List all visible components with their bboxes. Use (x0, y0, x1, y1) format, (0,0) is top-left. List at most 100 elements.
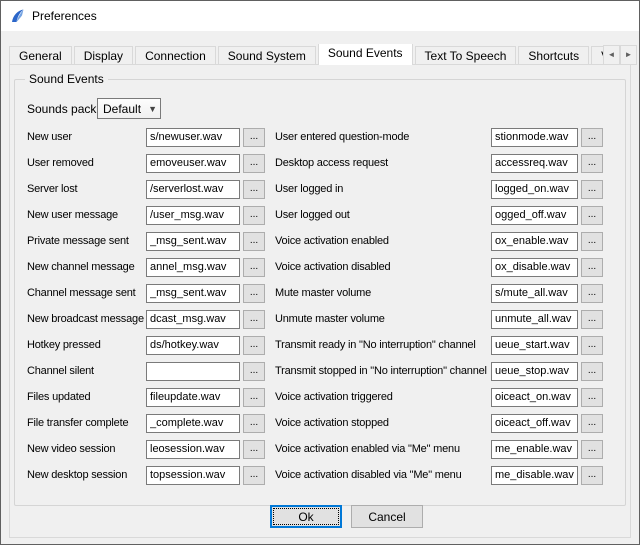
browse-button[interactable]: ... (581, 336, 603, 355)
browse-button[interactable]: ... (243, 362, 265, 381)
sound-event-label: User removed (27, 157, 146, 169)
sound-file-input[interactable] (491, 180, 578, 199)
sound-file-input[interactable] (146, 258, 240, 277)
sound-event-row: File transfer complete... (27, 410, 267, 436)
browse-button[interactable]: ... (581, 362, 603, 381)
sound-event-row: Server lost... (27, 176, 267, 202)
browse-button[interactable]: ... (243, 128, 265, 147)
sound-file-input[interactable] (491, 284, 578, 303)
tab-scroll-left-button[interactable]: ◄ (603, 45, 620, 65)
browse-button[interactable]: ... (243, 232, 265, 251)
preferences-dialog: Preferences General Display Connection S… (0, 0, 640, 545)
browse-button[interactable]: ... (243, 466, 265, 485)
sound-event-label: Voice activation disabled via "Me" menu (275, 469, 491, 481)
sound-event-row: Voice activation stopped... (275, 410, 605, 436)
sound-file-input[interactable] (491, 388, 578, 407)
sound-file-input[interactable] (146, 154, 240, 173)
sound-event-label: Hotkey pressed (27, 339, 146, 351)
sound-file-input[interactable] (146, 180, 240, 199)
sound-file-input[interactable] (146, 388, 240, 407)
browse-button[interactable]: ... (581, 310, 603, 329)
sound-event-row: User entered question-mode... (275, 124, 605, 150)
sound-event-label: Voice activation disabled (275, 261, 491, 273)
sound-event-row: Channel message sent... (27, 280, 267, 306)
sound-file-input[interactable] (491, 336, 578, 355)
sound-file-input[interactable] (146, 440, 240, 459)
browse-button[interactable]: ... (581, 154, 603, 173)
browse-button[interactable]: ... (581, 128, 603, 147)
sound-event-row: Voice activation disabled... (275, 254, 605, 280)
sound-file-input[interactable] (491, 440, 578, 459)
tab-scroll-buttons: ◄ ► (603, 45, 637, 65)
browse-button[interactable]: ... (243, 388, 265, 407)
sound-file-input[interactable] (146, 362, 240, 381)
browse-button[interactable]: ... (243, 180, 265, 199)
sound-file-input[interactable] (491, 128, 578, 147)
sound-file-input[interactable] (491, 414, 578, 433)
sound-event-label: New channel message (27, 261, 146, 273)
sound-file-input[interactable] (146, 310, 240, 329)
sound-file-input[interactable] (491, 362, 578, 381)
browse-button[interactable]: ... (581, 180, 603, 199)
sound-event-label: Unmute master volume (275, 313, 491, 325)
tab-strip: General Display Connection Sound System … (9, 44, 631, 65)
sound-file-input[interactable] (146, 232, 240, 251)
browse-button[interactable]: ... (243, 206, 265, 225)
browse-button[interactable]: ... (243, 284, 265, 303)
sound-event-label: User entered question-mode (275, 131, 491, 143)
sound-event-row: New user... (27, 124, 267, 150)
sound-event-label: Channel message sent (27, 287, 146, 299)
sounds-pack-row: Sounds pack Default ▼ (27, 98, 161, 119)
sound-file-input[interactable] (491, 232, 578, 251)
sound-event-label: Voice activation stopped (275, 417, 491, 429)
tab-general[interactable]: General (9, 46, 72, 65)
sounds-pack-label: Sounds pack (27, 102, 97, 116)
browse-button[interactable]: ... (581, 440, 603, 459)
title-bar: Preferences (1, 1, 639, 31)
sound-event-label: New user message (27, 209, 146, 221)
tab-text-to-speech[interactable]: Text To Speech (415, 46, 517, 65)
sound-event-row: Transmit ready in "No interruption" chan… (275, 332, 605, 358)
browse-button[interactable]: ... (581, 466, 603, 485)
browse-button[interactable]: ... (581, 388, 603, 407)
sound-file-input[interactable] (491, 466, 578, 485)
browse-button[interactable]: ... (243, 336, 265, 355)
browse-button[interactable]: ... (581, 284, 603, 303)
sound-file-input[interactable] (491, 310, 578, 329)
browse-button[interactable]: ... (243, 258, 265, 277)
sound-file-input[interactable] (146, 466, 240, 485)
sound-file-input[interactable] (146, 206, 240, 225)
browse-button[interactable]: ... (243, 414, 265, 433)
tab-shortcuts[interactable]: Shortcuts (518, 46, 589, 65)
sound-events-groupbox: Sound Events Sounds pack Default ▼ New u… (14, 79, 626, 506)
sound-file-input[interactable] (491, 154, 578, 173)
browse-button[interactable]: ... (243, 440, 265, 459)
tab-display[interactable]: Display (74, 46, 133, 65)
sound-event-label: Transmit ready in "No interruption" chan… (275, 339, 491, 351)
ok-button[interactable]: Ok (270, 505, 342, 528)
browse-button[interactable]: ... (581, 232, 603, 251)
browse-button[interactable]: ... (243, 310, 265, 329)
sound-file-input[interactable] (146, 414, 240, 433)
tab-sound-system[interactable]: Sound System (218, 46, 316, 65)
sound-event-row: Voice activation disabled via "Me" menu.… (275, 462, 605, 488)
sound-event-row: Desktop access request... (275, 150, 605, 176)
tab-scroll-right-button[interactable]: ► (620, 45, 637, 65)
sound-event-row: Voice activation enabled via "Me" menu..… (275, 436, 605, 462)
tab-sound-events[interactable]: Sound Events (318, 44, 413, 65)
sound-file-input[interactable] (491, 258, 578, 277)
sound-file-input[interactable] (146, 284, 240, 303)
cancel-button[interactable]: Cancel (351, 505, 423, 528)
sounds-pack-combobox[interactable]: Default ▼ (97, 98, 161, 119)
browse-button[interactable]: ... (581, 414, 603, 433)
sound-event-label: File transfer complete (27, 417, 146, 429)
sound-file-input[interactable] (491, 206, 578, 225)
tab-connection[interactable]: Connection (135, 46, 216, 65)
browse-button[interactable]: ... (581, 258, 603, 277)
browse-button[interactable]: ... (581, 206, 603, 225)
sound-file-input[interactable] (146, 336, 240, 355)
browse-button[interactable]: ... (243, 154, 265, 173)
sound-event-row: New channel message... (27, 254, 267, 280)
sound-file-input[interactable] (146, 128, 240, 147)
sound-events-left-column: New user... User removed... Server lost.… (27, 124, 267, 488)
